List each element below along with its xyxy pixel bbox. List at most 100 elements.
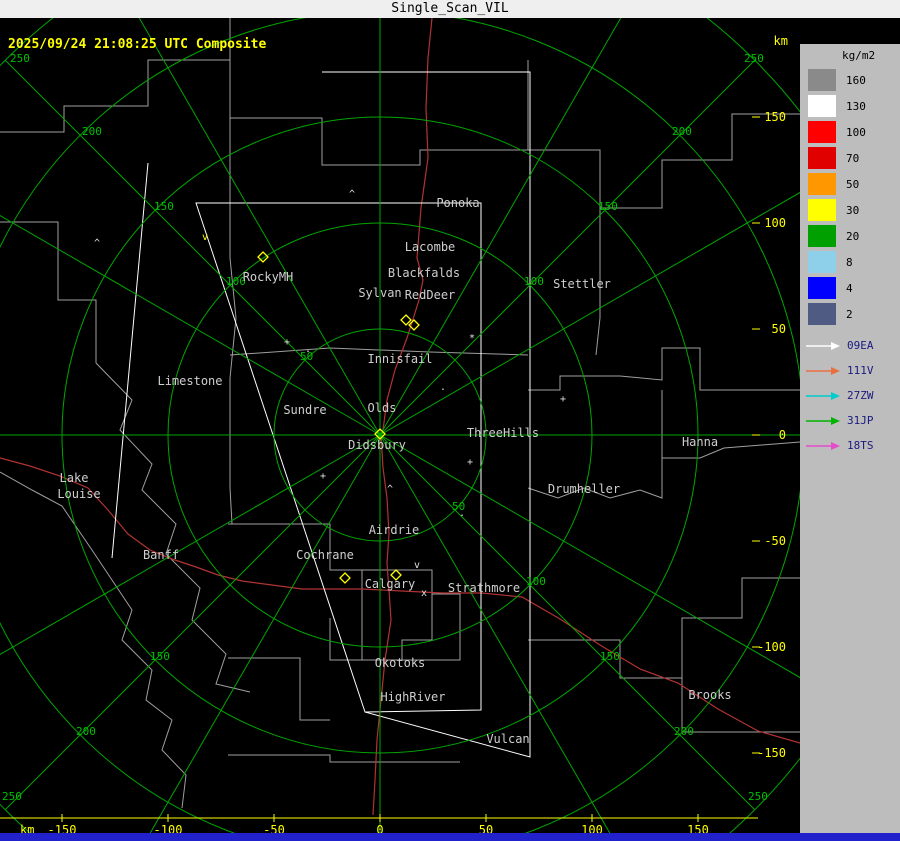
legend-level-value: 100: [846, 125, 866, 139]
x-axis-label: 150: [687, 823, 709, 833]
window-title-text: Single_Scan_VIL: [391, 1, 509, 16]
city-label: Hanna: [682, 435, 718, 449]
ring-distance-label: 150: [150, 650, 170, 663]
x-axis-label: -50: [263, 823, 285, 833]
legend-color-scale: 160 130 100 70 50 30 20 8 4 2: [800, 67, 900, 327]
storm-cell-marker: .: [305, 344, 311, 355]
city-label: Lacombe: [405, 240, 456, 254]
color-swatch: [808, 95, 836, 117]
storm-track-row: 31JP: [800, 408, 900, 433]
timestamp-label: 2025/09/24 21:08:25 UTC Composite: [8, 37, 266, 52]
ring-distance-label: 100: [524, 275, 544, 288]
county-boundary: [228, 754, 460, 763]
county-boundary: [228, 657, 330, 721]
track-arrow-icon: [806, 391, 840, 400]
x-axis-label: 100: [581, 823, 603, 833]
color-swatch: [808, 173, 836, 195]
track-id-label: 111V: [847, 364, 874, 377]
ring-distance-label: 200: [674, 725, 694, 738]
track-arrow-icon: [806, 366, 840, 375]
range-ring: [0, 0, 900, 841]
city-label: Blackfalds: [388, 266, 460, 280]
county-boundary: [229, 60, 529, 166]
azimuth-line: [0, 215, 381, 436]
city-label: Didsbury: [348, 438, 406, 452]
color-swatch: [808, 121, 836, 143]
city-label: Ponoka: [436, 196, 479, 210]
city-label: Vulcan: [486, 732, 529, 746]
ring-distance-label: 150: [154, 200, 174, 213]
legend-level-row: 50: [800, 171, 900, 197]
county-boundary: [681, 577, 800, 678]
county-boundary: [528, 113, 800, 209]
y-axis-label: -150: [757, 746, 786, 760]
legend-level-value: 20: [846, 229, 860, 243]
bottom-status-bar: [0, 833, 900, 841]
storm-track-row: 111V: [800, 358, 900, 383]
storm-cell-marker: x: [421, 588, 427, 599]
radar-display: 2502001501005010015020025050100150200250…: [0, 0, 900, 841]
storm-cell-marker: +: [467, 457, 473, 468]
city-label: Innisfail: [367, 352, 432, 366]
city-label: Sylvan: [358, 286, 401, 300]
ring-distance-label: 100: [526, 575, 546, 588]
azimuth-line: [145, 434, 381, 841]
city-label: Cochrane: [296, 548, 354, 562]
x-axis-label: 0: [376, 823, 383, 833]
county-boundary: [0, 471, 187, 809]
y-axis-label: -100: [757, 640, 786, 654]
city-label: Sundre: [283, 403, 326, 417]
radar-site-marker: [400, 314, 412, 326]
ring-distance-label: 250: [2, 790, 22, 803]
storm-track-row: 09EA: [800, 333, 900, 358]
city-label: Okotoks: [375, 656, 426, 670]
storm-cell-marker: ^: [349, 189, 355, 200]
color-swatch: [808, 147, 836, 169]
legend-level-row: 160: [800, 67, 900, 93]
x-axis-label: -100: [154, 823, 183, 833]
window-title: Single_Scan_VIL: [0, 0, 900, 18]
track-id-label: 09EA: [847, 339, 874, 352]
track-id-label: 27ZW: [847, 389, 874, 402]
legend-level-row: 100: [800, 119, 900, 145]
city-label: RockyMH: [243, 270, 294, 284]
county-boundary: [228, 523, 362, 571]
y-axis-label: 0: [779, 428, 786, 442]
legend-level-row: 8: [800, 249, 900, 275]
y-axis-label: -50: [764, 534, 786, 548]
track-id-label: 31JP: [847, 414, 874, 427]
storm-cell-marker: ^: [94, 238, 100, 249]
track-arrow-icon: [806, 416, 840, 425]
color-swatch: [808, 251, 836, 273]
ring-distance-label: 200: [76, 725, 96, 738]
ring-distance-label: 150: [598, 200, 618, 213]
ring-distance-label: 250: [748, 790, 768, 803]
range-ring: [0, 10, 805, 841]
legend-level-row: 2: [800, 301, 900, 327]
ring-distance-label: 200: [672, 125, 692, 138]
legend-level-value: 8: [846, 255, 853, 269]
x-axis-label: -150: [48, 823, 77, 833]
storm-cell-marker: +: [560, 394, 566, 405]
color-swatch: [808, 199, 836, 221]
city-label: Louise: [57, 487, 100, 501]
legend-level-value: 130: [846, 99, 866, 113]
storm-cell-marker: v: [414, 560, 420, 571]
storm-cell-marker: ^: [387, 484, 393, 495]
city-label: ThreeHills: [467, 426, 539, 440]
ring-distance-label: 250: [744, 52, 764, 65]
city-label: Strathmore: [448, 581, 520, 595]
city-label: Limestone: [157, 374, 222, 388]
legend-level-value: 2: [846, 307, 853, 321]
storm-track-row: 18TS: [800, 433, 900, 458]
y-axis-label: 100: [764, 216, 786, 230]
county-boundary: [402, 593, 461, 661]
legend-level-value: 70: [846, 151, 860, 165]
radar-coverage-boundary: [111, 162, 149, 559]
legend-unit-label: kg/m2: [842, 49, 876, 62]
legend-level-row: 130: [800, 93, 900, 119]
city-label: Drumheller: [548, 482, 620, 496]
radar-map[interactable]: 250 200 150 100 50 100 150 200 250 50 100 150 200 250…: [0, 0, 900, 841]
x-axis-unit-label: km: [20, 823, 34, 833]
storm-cell-marker: v: [202, 232, 208, 243]
